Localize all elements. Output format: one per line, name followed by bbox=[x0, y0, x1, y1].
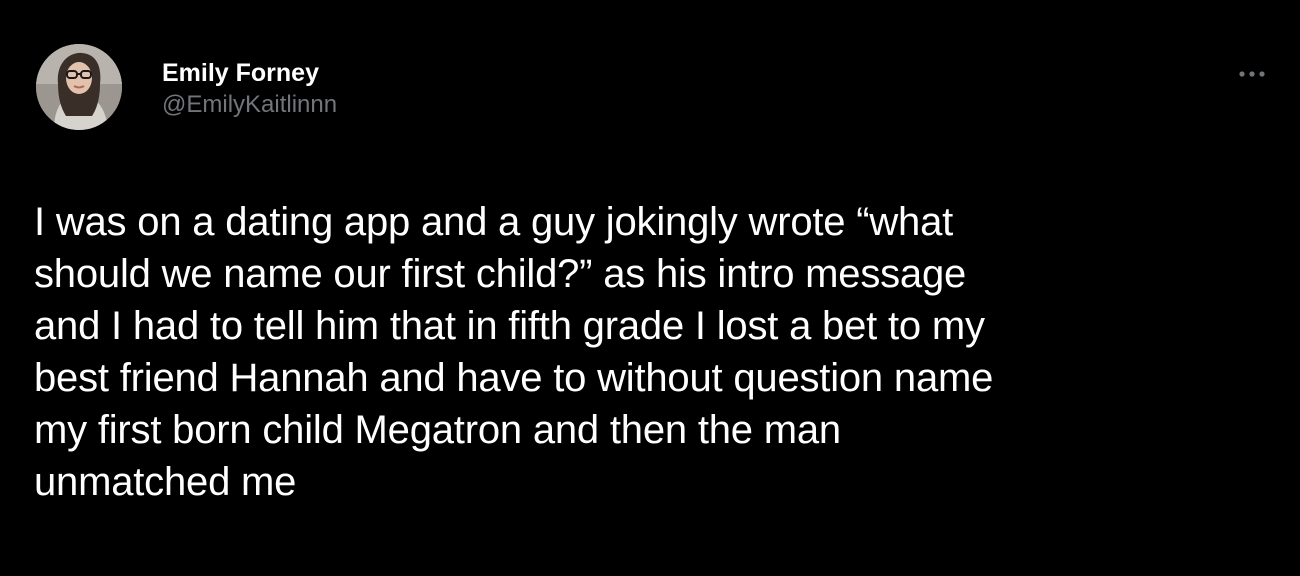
user-handle[interactable]: @EmilyKaitlinnn bbox=[162, 90, 337, 120]
more-options-button[interactable] bbox=[1232, 62, 1272, 86]
avatar-image bbox=[36, 44, 122, 130]
user-info: Emily Forney @EmilyKaitlinnn bbox=[162, 58, 337, 120]
avatar[interactable] bbox=[36, 44, 122, 130]
ellipsis-icon bbox=[1239, 71, 1265, 77]
display-name[interactable]: Emily Forney bbox=[162, 58, 337, 88]
tweet-card: Emily Forney @EmilyKaitlinnn I was on a … bbox=[0, 0, 1300, 576]
tweet-text: I was on a dating app and a guy jokingly… bbox=[34, 200, 994, 504]
